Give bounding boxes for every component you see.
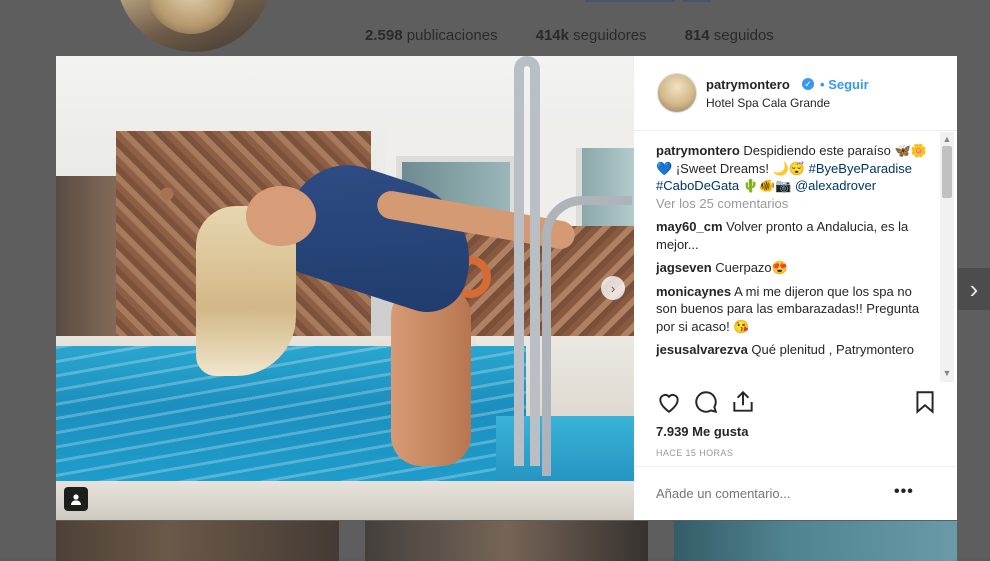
comment-text: Qué plenitud , Patrymontero <box>751 342 915 357</box>
profile-grid <box>56 521 990 561</box>
comment-text: Cuerpazo😍 <box>715 260 788 275</box>
bookmark-icon[interactable] <box>912 389 938 415</box>
grid-thumbnail[interactable] <box>56 521 339 561</box>
post-side-panel: patrymontero ✓ • Seguir Hotel Spa Cala G… <box>634 56 957 520</box>
share-icon[interactable] <box>730 389 756 415</box>
comment-username[interactable]: jesusalvarezva <box>656 342 748 357</box>
profile-dropdown-button[interactable] <box>683 0 711 2</box>
follow-link[interactable]: • Seguir <box>820 77 869 92</box>
caption-text: Despidiendo este paraíso <box>743 143 891 158</box>
list-item: monicaynes A mi me dijeron que los spa n… <box>656 283 936 336</box>
caption-emojis: 🌵🐠📷 <box>742 178 792 193</box>
user-tag-icon-glyph <box>71 494 81 505</box>
scroll-up-icon[interactable]: ▲ <box>940 132 954 146</box>
following-stat[interactable]: 814 seguidos <box>685 27 774 44</box>
comment-icon[interactable] <box>693 389 719 415</box>
list-item: jesusalvarezva Qué plenitud , Patrymonte… <box>656 341 936 359</box>
grid-thumbnail[interactable] <box>365 521 648 561</box>
chevron-right-icon: › <box>610 280 616 296</box>
next-post-arrow[interactable]: › <box>958 268 990 310</box>
caption: patrymontero Despidiendo este paraíso 🦋🌼… <box>656 142 936 195</box>
photo-person <box>196 146 577 466</box>
caption-text: ¡Sweet Dreams! <box>675 160 770 176</box>
list-item: may60_cm Volver pronto a Andalucia, es l… <box>656 218 936 253</box>
photo-pool-rail <box>514 56 540 466</box>
avatar[interactable] <box>657 73 697 113</box>
chevron-right-icon: › <box>969 273 979 304</box>
profile-handle-fragment <box>365 0 405 6</box>
post-timestamp[interactable]: HACE 15 HORAS <box>656 448 733 458</box>
add-comment-bar: ••• <box>634 466 957 521</box>
photo-left-wall <box>56 176 116 346</box>
photo-person-legs <box>391 286 471 466</box>
verified-badge-icon: ✓ <box>802 78 814 90</box>
profile-avatar[interactable] <box>116 0 272 52</box>
list-item: jagseven Cuerpazo😍 <box>656 259 936 277</box>
heart-icon[interactable] <box>656 389 682 415</box>
photo-person-head <box>246 186 316 246</box>
comment-username[interactable]: monicaynes <box>656 284 731 299</box>
separator-dot: • <box>820 77 825 92</box>
scroll-down-icon[interactable]: ▼ <box>940 366 954 380</box>
followers-stat[interactable]: 414k seguidores <box>536 27 647 44</box>
post-photo[interactable]: › <box>56 56 634 520</box>
posts-stat: 2.598 publicaciones <box>365 27 498 44</box>
view-all-comments-link[interactable]: Ver los 25 comentarios <box>656 195 936 213</box>
photo-pool-edge <box>56 481 634 520</box>
comment-username[interactable]: may60_cm <box>656 219 723 234</box>
caption-emojis: 🌙😴 <box>772 160 806 176</box>
likes-count[interactable]: 7.939 Me gusta <box>656 424 749 439</box>
post-modal: › patrymontero ✓ • Seguir Hotel Spa Cala… <box>56 56 957 520</box>
post-actions <box>656 389 936 419</box>
more-options-button[interactable]: ••• <box>894 483 914 501</box>
profile-stats: 2.598 publicaciones 414k seguidores 814 … <box>365 27 774 44</box>
comment-input[interactable] <box>656 486 876 501</box>
profile-follow-button[interactable] <box>585 0 675 2</box>
user-tag-icon[interactable] <box>64 487 88 511</box>
follow-label: Seguir <box>828 77 869 92</box>
grid-thumbnail[interactable] <box>674 521 957 561</box>
post-location[interactable]: Hotel Spa Cala Grande <box>706 96 830 110</box>
photo-pool-rail <box>542 196 632 476</box>
comment-username[interactable]: jagseven <box>656 260 712 275</box>
comments-list[interactable]: patrymontero Despidiendo este paraíso 🦋🌼… <box>656 142 936 382</box>
carousel-next-button[interactable]: › <box>601 276 625 300</box>
comments-scrollbar-thumb[interactable] <box>942 146 952 198</box>
caption-mention[interactable]: @alexadrover <box>795 178 876 193</box>
caption-username[interactable]: patrymontero <box>656 143 740 158</box>
post-header: patrymontero ✓ • Seguir Hotel Spa Cala G… <box>634 56 957 131</box>
post-username[interactable]: patrymontero <box>706 77 790 92</box>
